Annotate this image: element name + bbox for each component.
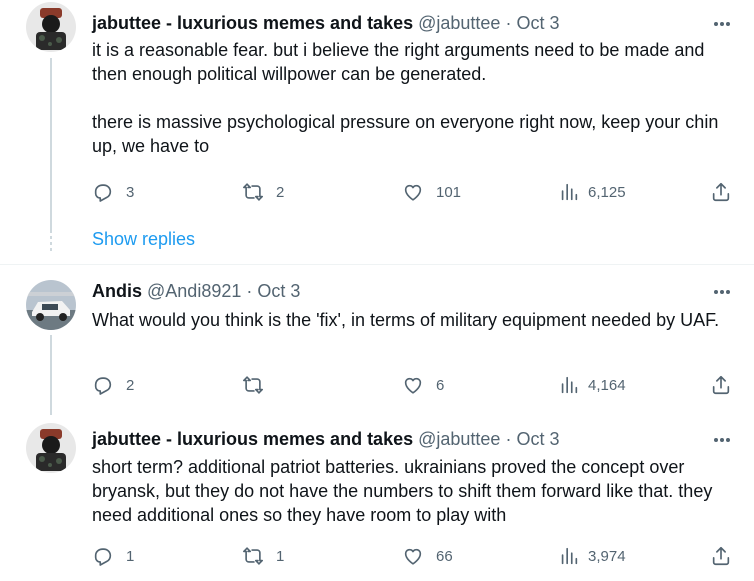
views-button[interactable]: 6,125: [558, 180, 626, 204]
tweet-header: jabuttee - luxurious memes and takes @ja…: [92, 12, 559, 34]
avatar[interactable]: [26, 2, 76, 52]
share-icon: [712, 182, 730, 202]
share-icon: [712, 546, 730, 566]
reply-button[interactable]: 1: [92, 544, 134, 568]
more-options-icon[interactable]: [710, 430, 734, 450]
avatar-image: [26, 2, 76, 52]
tweet-text: it is a reasonable fear. but i believe t…: [92, 40, 719, 156]
like-button[interactable]: 6: [402, 373, 444, 397]
tweet-date[interactable]: Oct 3: [516, 13, 559, 34]
display-name[interactable]: Andis: [92, 281, 142, 302]
retweet-icon: [243, 376, 263, 394]
reply-icon: [94, 377, 112, 395]
reply-count: 2: [126, 376, 135, 394]
heart-icon: [404, 548, 422, 565]
tweet-date[interactable]: Oct 3: [257, 281, 300, 302]
share-button[interactable]: [710, 544, 732, 568]
retweet-count: 1: [276, 547, 285, 565]
user-handle[interactable]: @Andi8921: [147, 281, 241, 302]
thread-line: [50, 335, 52, 415]
like-count: 6: [436, 376, 445, 394]
reply-icon: [94, 184, 112, 202]
separator-dot: ·: [505, 12, 512, 33]
retweet-button[interactable]: [242, 373, 276, 397]
more-options-icon[interactable]: [710, 14, 734, 34]
action-bar: 2 6 4,164: [92, 373, 734, 397]
reply-button[interactable]: 2: [92, 373, 134, 397]
tweet-header: jabuttee - luxurious memes and takes @ja…: [92, 428, 559, 450]
action-bar: 3 2 101 6,125: [92, 180, 734, 204]
like-button[interactable]: 66: [402, 544, 453, 568]
thread-continuation-dots: [50, 230, 52, 254]
display-name[interactable]: jabuttee - luxurious memes and takes: [92, 429, 413, 450]
views-button[interactable]: 4,164: [558, 373, 626, 397]
retweet-icon: [243, 547, 263, 565]
avatar[interactable]: [26, 423, 76, 473]
tweet-text: What would you think is the 'fix', in te…: [92, 310, 720, 330]
tweet[interactable]: Andis @Andi8921 · Oct 3 What would you t…: [0, 265, 754, 415]
display-name[interactable]: jabuttee - luxurious memes and takes: [92, 13, 413, 34]
retweet-button[interactable]: 1: [242, 544, 284, 568]
tweet-text: short term? additional patriot batteries…: [92, 457, 718, 525]
show-replies-link[interactable]: Show replies: [92, 229, 195, 250]
view-count: 6,125: [588, 183, 626, 201]
heart-icon: [404, 184, 422, 201]
like-count: 101: [436, 183, 462, 201]
like-count: 66: [436, 547, 453, 565]
retweet-icon: [243, 183, 263, 201]
views-chart-icon: [561, 376, 578, 394]
avatar[interactable]: [26, 280, 76, 330]
reply-count: 3: [126, 183, 135, 201]
user-handle[interactable]: @jabuttee: [418, 13, 500, 34]
more-options-icon[interactable]: [710, 282, 734, 302]
retweet-button[interactable]: 2: [242, 180, 284, 204]
view-count: 4,164: [588, 376, 626, 394]
reply-button[interactable]: 3: [92, 180, 134, 204]
tweet-header: Andis @Andi8921 · Oct 3: [92, 280, 300, 302]
separator-dot: ·: [505, 428, 512, 449]
avatar-image: [26, 280, 76, 330]
thread-line: [50, 58, 52, 230]
action-bar: 1 1 66 3,974: [92, 544, 734, 568]
views-chart-icon: [561, 547, 578, 565]
avatar-image: [26, 423, 76, 473]
tweet-date[interactable]: Oct 3: [516, 429, 559, 450]
heart-icon: [404, 377, 422, 394]
separator-dot: ·: [246, 280, 253, 301]
views-chart-icon: [561, 183, 578, 201]
reply-count: 1: [126, 547, 135, 565]
reply-icon: [94, 548, 112, 566]
tweet[interactable]: jabuttee - luxurious memes and takes @ja…: [0, 0, 754, 265]
views-button[interactable]: 3,974: [558, 544, 626, 568]
share-icon: [712, 375, 730, 395]
tweet[interactable]: jabuttee - luxurious memes and takes @ja…: [0, 415, 754, 581]
view-count: 3,974: [588, 547, 626, 565]
share-button[interactable]: [710, 180, 732, 204]
retweet-count: 2: [276, 183, 285, 201]
user-handle[interactable]: @jabuttee: [418, 429, 500, 450]
share-button[interactable]: [710, 373, 732, 397]
like-button[interactable]: 101: [402, 180, 461, 204]
